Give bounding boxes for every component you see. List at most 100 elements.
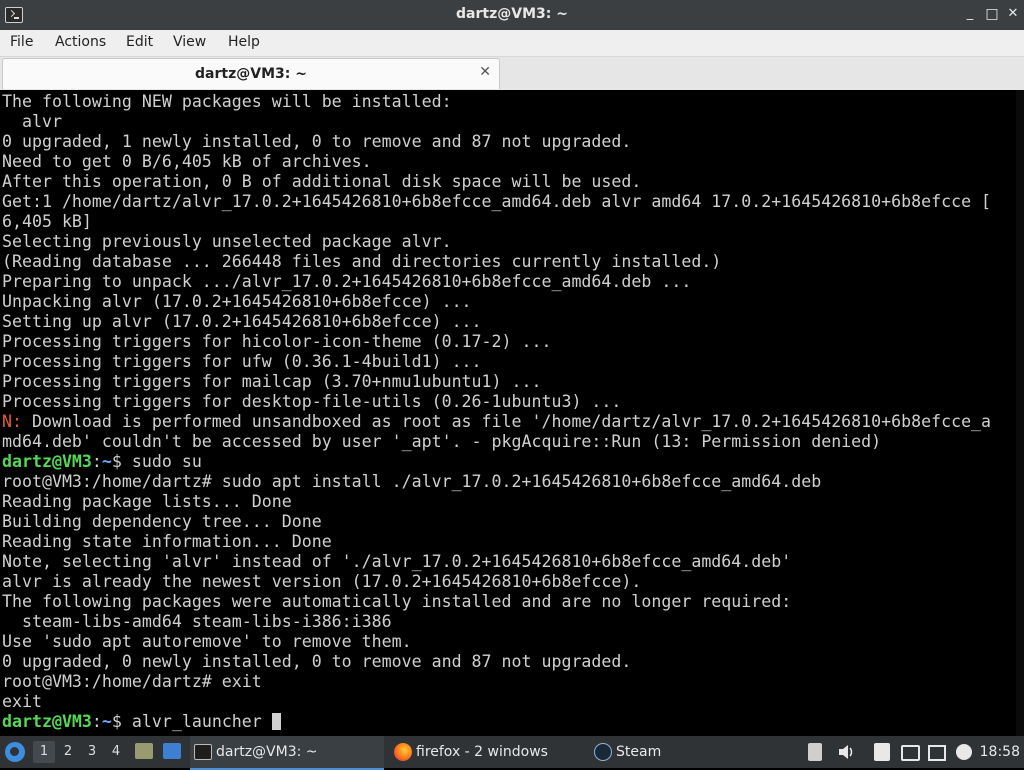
steam-tray-icon[interactable] — [956, 744, 972, 760]
terminal-line: After this operation, 0 B of additional … — [2, 172, 991, 192]
display-icon[interactable] — [901, 745, 920, 761]
terminal-line: exit — [2, 692, 991, 712]
workspace-1[interactable]: 1 — [33, 741, 55, 763]
terminal-line: 0 upgraded, 0 newly installed, 0 to remo… — [2, 652, 991, 672]
prompt-command: $ alvr_launcher — [111, 712, 272, 731]
line-text: alvr is already the newest version (17.0… — [2, 572, 642, 591]
line-text: Preparing to unpack .../alvr_17.0.2+1645… — [2, 272, 692, 291]
line-text: Reading package lists... Done — [2, 492, 292, 511]
prompt-separator: : — [91, 712, 102, 731]
close-button[interactable]: ✕ — [1005, 6, 1021, 22]
prompt-path: ~ — [101, 712, 112, 731]
terminal-line: Need to get 0 B/6,405 kB of archives. — [2, 152, 991, 172]
line-text: Building dependency tree... Done — [2, 512, 322, 531]
line-text: Processing triggers for hicolor-icon-the… — [2, 332, 552, 351]
terminal-line: Reading state information... Done — [2, 532, 991, 552]
tab-close-icon[interactable]: ✕ — [479, 64, 491, 80]
terminal-line: Selecting previously unselected package … — [2, 232, 991, 252]
clipboard-icon[interactable] — [808, 743, 822, 761]
terminal-line: Use 'sudo apt autoremove' to remove them… — [2, 632, 991, 652]
terminal-line: 6,405 kB] — [2, 212, 991, 232]
line-text: The following NEW packages will be insta… — [2, 92, 452, 111]
menu-view[interactable]: View — [173, 34, 206, 50]
task-terminal-label: dartz@VM3: ~ — [216, 744, 318, 760]
line-text: Download is performed unsandboxed as roo… — [21, 412, 992, 431]
workspace-2[interactable]: 2 — [57, 741, 79, 763]
line-text: Processing triggers for desktop-file-uti… — [2, 392, 622, 411]
minimize-button[interactable]: _ — [962, 6, 978, 22]
terminal-line: Get:1 /home/dartz/alvr_17.0.2+1645426810… — [2, 192, 991, 212]
notice-prefix: N: — [2, 412, 22, 431]
start-menu-icon[interactable] — [5, 742, 25, 762]
line-text: Selecting previously unselected package … — [2, 232, 452, 251]
terminal-line: Processing triggers for hicolor-icon-the… — [2, 332, 991, 352]
firefox-icon — [394, 743, 412, 761]
terminal-line: Processing triggers for desktop-file-uti… — [2, 392, 991, 412]
task-steam[interactable]: Steam — [590, 736, 710, 768]
prompt-user: dartz@VM3 — [2, 712, 92, 731]
terminal-line: Preparing to unpack .../alvr_17.0.2+1645… — [2, 272, 991, 292]
line-text: root@VM3:/home/dartz# exit — [2, 672, 262, 691]
steam-icon — [594, 743, 612, 761]
terminal-line: 0 upgraded, 1 newly installed, 0 to remo… — [2, 132, 991, 152]
menu-help[interactable]: Help — [228, 34, 260, 50]
line-text: Unpacking alvr (17.0.2+1645426810+6b8efc… — [2, 292, 472, 311]
menu-bar: File Actions Edit View Help — [0, 30, 1024, 57]
menu-file[interactable]: File — [10, 34, 33, 50]
terminal-line: md64.deb' couldn't be accessed by user '… — [2, 432, 991, 452]
task-firefox[interactable]: firefox - 2 windows — [390, 736, 586, 768]
text-cursor — [271, 713, 281, 730]
taskbar: 1 2 3 4 dartz@VM3: ~ firefox - 2 windows… — [0, 736, 1024, 770]
terminal-line: steam-libs-amd64 steam-libs-i386:i386 — [2, 612, 991, 632]
menu-actions[interactable]: Actions — [55, 34, 106, 50]
terminal-line: Note, selecting 'alvr' instead of './alv… — [2, 552, 991, 572]
prompt-user: dartz@VM3 — [2, 452, 92, 471]
task-steam-label: Steam — [616, 744, 662, 760]
terminal-line: Reading package lists... Done — [2, 492, 991, 512]
prompt-path: ~ — [101, 452, 112, 471]
line-text: Reading state information... Done — [2, 532, 332, 551]
terminal-line: (Reading database ... 266448 files and d… — [2, 252, 991, 272]
maximize-button[interactable]: □ — [984, 6, 1000, 22]
terminal-scrollbar[interactable] — [1016, 90, 1024, 736]
terminal-icon — [194, 744, 212, 760]
line-text: steam-libs-amd64 steam-libs-i386:i386 — [2, 612, 392, 631]
line-text: Processing triggers for mailcap (3.70+nm… — [2, 372, 542, 391]
workspace-4[interactable]: 4 — [105, 741, 127, 763]
terminal-line: dartz@VM3:~$ sudo su — [2, 452, 991, 472]
menu-edit[interactable]: Edit — [126, 34, 153, 50]
line-text: Use 'sudo apt autoremove' to remove them… — [2, 632, 412, 651]
line-text: md64.deb' couldn't be accessed by user '… — [2, 432, 882, 451]
window-titlebar[interactable]: dartz@VM3: ~ _ □ ✕ — [0, 0, 1024, 30]
terminal-line: Setting up alvr (17.0.2+1645426810+6b8ef… — [2, 312, 991, 332]
terminal-line: root@VM3:/home/dartz# sudo apt install .… — [2, 472, 991, 492]
task-firefox-label: firefox - 2 windows — [416, 744, 548, 760]
terminal-line: The following packages were automaticall… — [2, 592, 991, 612]
workspace-3[interactable]: 3 — [81, 741, 103, 763]
line-text: (Reading database ... 266448 files and d… — [2, 252, 722, 271]
clock[interactable]: 18:58 — [980, 736, 1020, 768]
file-manager-icon[interactable] — [135, 743, 153, 759]
line-text: Note, selecting 'alvr' instead of './alv… — [2, 552, 792, 571]
terminal-line: alvr — [2, 112, 991, 132]
line-text: The following packages were automaticall… — [2, 592, 792, 611]
volume-icon[interactable] — [836, 742, 856, 762]
terminal-line: N: Download is performed unsandboxed as … — [2, 412, 991, 432]
terminal-line: Building dependency tree... Done — [2, 512, 991, 532]
line-text: alvr — [2, 112, 62, 131]
tab-label: dartz@VM3: ~ — [195, 66, 307, 82]
notification-icon[interactable] — [928, 745, 946, 761]
tab-bar: dartz@VM3: ~ ✕ — [0, 57, 1024, 90]
tab-terminal[interactable]: dartz@VM3: ~ ✕ — [2, 58, 500, 89]
line-text: After this operation, 0 B of additional … — [2, 172, 642, 191]
terminal-line: root@VM3:/home/dartz# exit — [2, 672, 991, 692]
line-text: root@VM3:/home/dartz# sudo apt install .… — [2, 472, 822, 491]
terminal-output[interactable]: The following NEW packages will be insta… — [0, 90, 1024, 736]
window-title: dartz@VM3: ~ — [456, 6, 568, 22]
task-terminal[interactable]: dartz@VM3: ~ — [190, 736, 384, 770]
show-desktop-icon[interactable] — [163, 743, 181, 759]
notes-icon[interactable] — [874, 743, 890, 761]
line-text: 0 upgraded, 1 newly installed, 0 to remo… — [2, 132, 632, 151]
terminal-text: The following NEW packages will be insta… — [2, 92, 991, 732]
terminal-line: Processing triggers for mailcap (3.70+nm… — [2, 372, 991, 392]
